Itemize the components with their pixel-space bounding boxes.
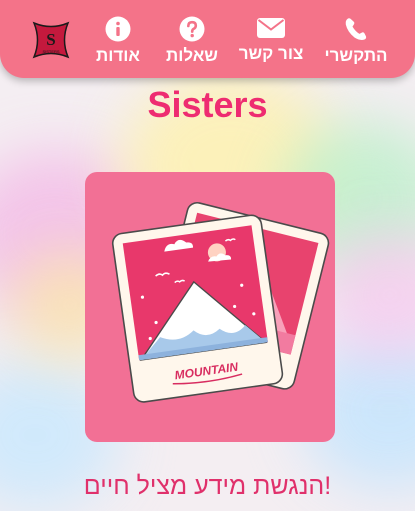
nav-call-label: התקשרי <box>324 46 388 65</box>
nav-contact-button[interactable]: צור קשר <box>238 16 304 64</box>
mountain-photo-illustration: MOUNTAIN <box>111 201 330 403</box>
nav-about-label: אודות <box>96 46 140 65</box>
sisters-logo[interactable]: S SISTERS <box>31 20 71 60</box>
envelope-icon <box>256 16 286 40</box>
nav-questions-button[interactable]: שאלות <box>164 16 220 66</box>
question-icon <box>179 16 205 42</box>
info-icon <box>105 16 131 42</box>
top-navbar: S SISTERS אודות שאלות צור קשר התקשרי <box>0 0 415 78</box>
nav-call-button[interactable]: התקשרי <box>324 16 388 66</box>
nav-about-button[interactable]: אודות <box>94 16 142 66</box>
hero-image-card: MOUNTAIN <box>85 172 335 442</box>
svg-text:S: S <box>46 30 55 49</box>
nav-questions-label: שאלות <box>166 46 218 65</box>
svg-text:SISTERS: SISTERS <box>42 49 59 54</box>
page-title: Sisters <box>147 84 268 125</box>
nav-contact-label: צור קשר <box>238 44 304 63</box>
tagline: הנגשת מידע מציל חיים! <box>83 472 332 500</box>
phone-icon <box>343 16 369 42</box>
